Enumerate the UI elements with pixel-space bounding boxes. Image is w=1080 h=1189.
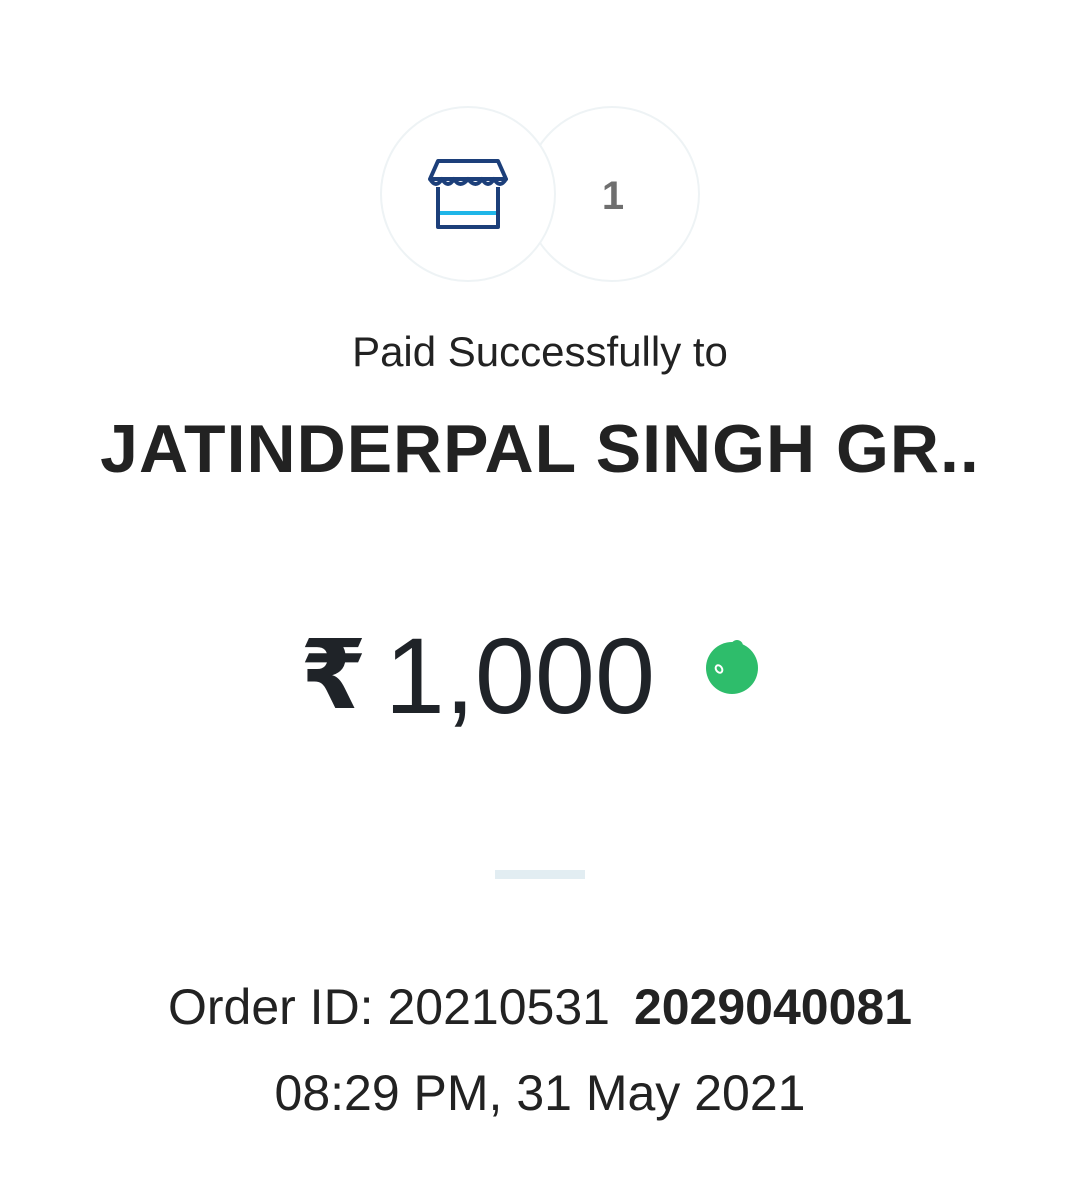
divider — [495, 870, 585, 879]
payment-status-label: Paid Successfully to — [352, 328, 728, 375]
storefront-icon — [428, 159, 508, 229]
order-id-label: Order ID: 20210531 — [167, 979, 610, 1035]
success-dot-icon — [706, 640, 758, 694]
currency-symbol: ₹ — [300, 622, 367, 729]
order-id-suffix: 2029040081 — [633, 979, 913, 1035]
count-badge: 1 — [601, 173, 625, 218]
amount-value: 1,000 — [384, 614, 656, 736]
transaction-datetime: 08:29 PM, 31 May 2021 — [274, 1065, 806, 1121]
store-avatar — [380, 106, 556, 282]
order-id: Order ID: 20210531 2029040081 — [0, 978, 1080, 1036]
payee-name: JATINDERPAL SINGH GR.. — [100, 411, 980, 487]
amount-display: ₹ 1,000 — [300, 615, 655, 736]
